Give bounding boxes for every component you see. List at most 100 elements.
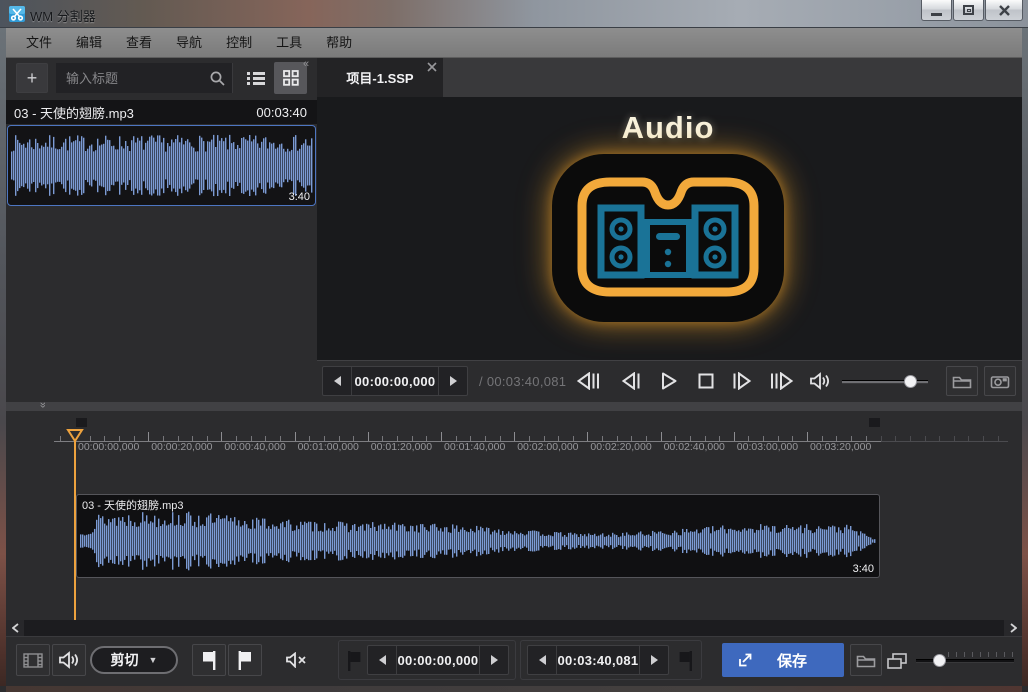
zoom-slider-knob[interactable] xyxy=(933,654,946,667)
minimize-icon xyxy=(931,13,942,16)
filmstrip-icon xyxy=(23,653,43,668)
audio-logo-text: Audio xyxy=(552,110,784,146)
skip-start-icon xyxy=(577,372,601,390)
app-window: WM 分割器 文件编辑查看导航控制工具帮助 + « 03 - 天使的翅膀.mp3… xyxy=(0,0,1028,692)
mute-icon xyxy=(285,652,307,668)
search-divider xyxy=(232,63,233,93)
list-view-button[interactable] xyxy=(239,62,272,94)
total-time-label: / 00:03:40,081 xyxy=(479,366,566,396)
thumbnail-waveform xyxy=(10,130,313,201)
stop-button[interactable] xyxy=(693,368,719,394)
flag-left-icon xyxy=(201,650,217,671)
tab-project[interactable]: 项目-1.SSP xyxy=(317,58,443,97)
menu-item-1[interactable]: 编辑 xyxy=(64,28,114,58)
end-decrement-button[interactable] xyxy=(528,646,556,674)
start-time-value: 00:00:00,000 xyxy=(396,646,480,674)
volume-button[interactable] xyxy=(807,368,833,394)
skip-end-button[interactable] xyxy=(769,368,795,394)
end-flag[interactable] xyxy=(866,418,880,431)
tab-close-icon[interactable] xyxy=(427,62,437,72)
start-flag-icon xyxy=(347,650,361,672)
skip-start-button[interactable] xyxy=(576,368,602,394)
clip-duration: 3:40 xyxy=(853,563,874,575)
zoom-slider-track[interactable] xyxy=(916,659,1014,662)
menu-bar: 文件编辑查看导航控制工具帮助 xyxy=(6,28,1022,58)
mute-button[interactable] xyxy=(278,644,314,676)
volume-slider-knob[interactable] xyxy=(904,375,917,388)
save-label: 保存 xyxy=(754,650,830,671)
right-arrow-icon xyxy=(491,655,498,665)
collapse-panel-button[interactable]: « xyxy=(303,58,309,70)
library-item-name: 03 - 天使的翅膀.mp3 xyxy=(14,103,134,122)
panel-splitter[interactable]: « xyxy=(6,402,1022,411)
menu-item-2[interactable]: 查看 xyxy=(114,28,164,58)
minimize-button[interactable] xyxy=(921,0,952,21)
time-increment-button[interactable] xyxy=(439,367,467,395)
scroll-right-button[interactable] xyxy=(1004,620,1022,636)
open-folder-button[interactable] xyxy=(946,366,978,396)
snapshot-button[interactable] xyxy=(984,366,1016,396)
speaker-icon xyxy=(809,372,831,390)
library-item-duration: 00:03:40 xyxy=(256,105,307,120)
zoom-out-tracks-button[interactable] xyxy=(884,650,910,672)
right-arrow-icon xyxy=(651,655,658,665)
mode-dropdown[interactable]: 剪切 ▼ xyxy=(90,646,178,674)
menu-item-6[interactable]: 帮助 xyxy=(314,28,364,58)
time-decrement-button[interactable] xyxy=(323,367,351,395)
step-back-button[interactable] xyxy=(618,368,644,394)
start-decrement-button[interactable] xyxy=(368,646,396,674)
export-arrow-icon xyxy=(736,651,754,669)
title-bar[interactable]: WM 分割器 xyxy=(0,0,1028,28)
mark-out-button[interactable] xyxy=(228,644,262,676)
save-button[interactable]: 保存 xyxy=(722,643,844,677)
scroll-left-button[interactable] xyxy=(6,620,24,636)
track-speaker-icon xyxy=(58,651,80,669)
window-title: WM 分割器 xyxy=(30,6,96,25)
timeline-clip[interactable]: 03 - 天使的翅膀.mp3 3:40 xyxy=(76,494,880,578)
play-button[interactable] xyxy=(656,368,682,394)
mark-in-button[interactable] xyxy=(192,644,226,676)
camera-icon xyxy=(990,374,1010,389)
step-back-icon xyxy=(621,372,641,390)
clip-waveform xyxy=(79,509,877,573)
library-item-row[interactable]: 03 - 天使的翅膀.mp3 00:03:40 xyxy=(6,100,317,124)
end-time-value: 00:03:40,081 xyxy=(556,646,640,674)
app-icon xyxy=(9,6,25,22)
mode-label: 剪切 xyxy=(111,650,139,670)
current-time-value: 00:00:00,000 xyxy=(351,367,439,395)
output-folder-button[interactable] xyxy=(850,644,882,676)
collapse-icon: « xyxy=(303,58,309,70)
plus-icon: + xyxy=(27,68,38,89)
maximize-icon xyxy=(963,5,974,15)
audio-track-button[interactable] xyxy=(52,644,86,676)
menu-item-0[interactable]: 文件 xyxy=(14,28,64,58)
library-item-thumbnail[interactable]: 3:40 xyxy=(7,125,316,206)
maximize-button[interactable] xyxy=(953,0,984,21)
menu-item-3[interactable]: 导航 xyxy=(164,28,214,58)
close-button[interactable] xyxy=(985,0,1023,21)
end-increment-button[interactable] xyxy=(640,646,668,674)
start-increment-button[interactable] xyxy=(480,646,508,674)
flag-right-icon xyxy=(237,650,253,671)
step-forward-button[interactable] xyxy=(729,368,755,394)
audio-stereo-icon xyxy=(546,150,790,328)
window-frame-bottom xyxy=(6,686,1022,692)
menu-item-5[interactable]: 工具 xyxy=(264,28,314,58)
chevron-right-icon xyxy=(1010,623,1017,633)
add-media-button[interactable]: + xyxy=(16,63,48,93)
filmstrip-button[interactable] xyxy=(16,644,50,676)
skip-end-icon xyxy=(770,372,794,390)
playhead-marker[interactable] xyxy=(66,429,84,443)
splitter-collapse-icon: « xyxy=(37,402,49,408)
menu-item-4[interactable]: 控制 xyxy=(214,28,264,58)
thumbnail-duration: 3:40 xyxy=(289,191,310,203)
end-time-spinner: 00:03:40,081 xyxy=(527,645,669,675)
end-time-group: 00:03:40,081 xyxy=(520,640,702,680)
left-arrow-icon xyxy=(379,655,386,665)
search-button[interactable] xyxy=(202,63,232,93)
list-view-icon xyxy=(247,71,265,86)
start-time-group: 00:00:00,000 xyxy=(338,640,516,680)
timeline-scrollbar[interactable] xyxy=(6,620,1022,636)
close-icon xyxy=(999,5,1010,16)
playhead-line[interactable] xyxy=(74,429,76,620)
